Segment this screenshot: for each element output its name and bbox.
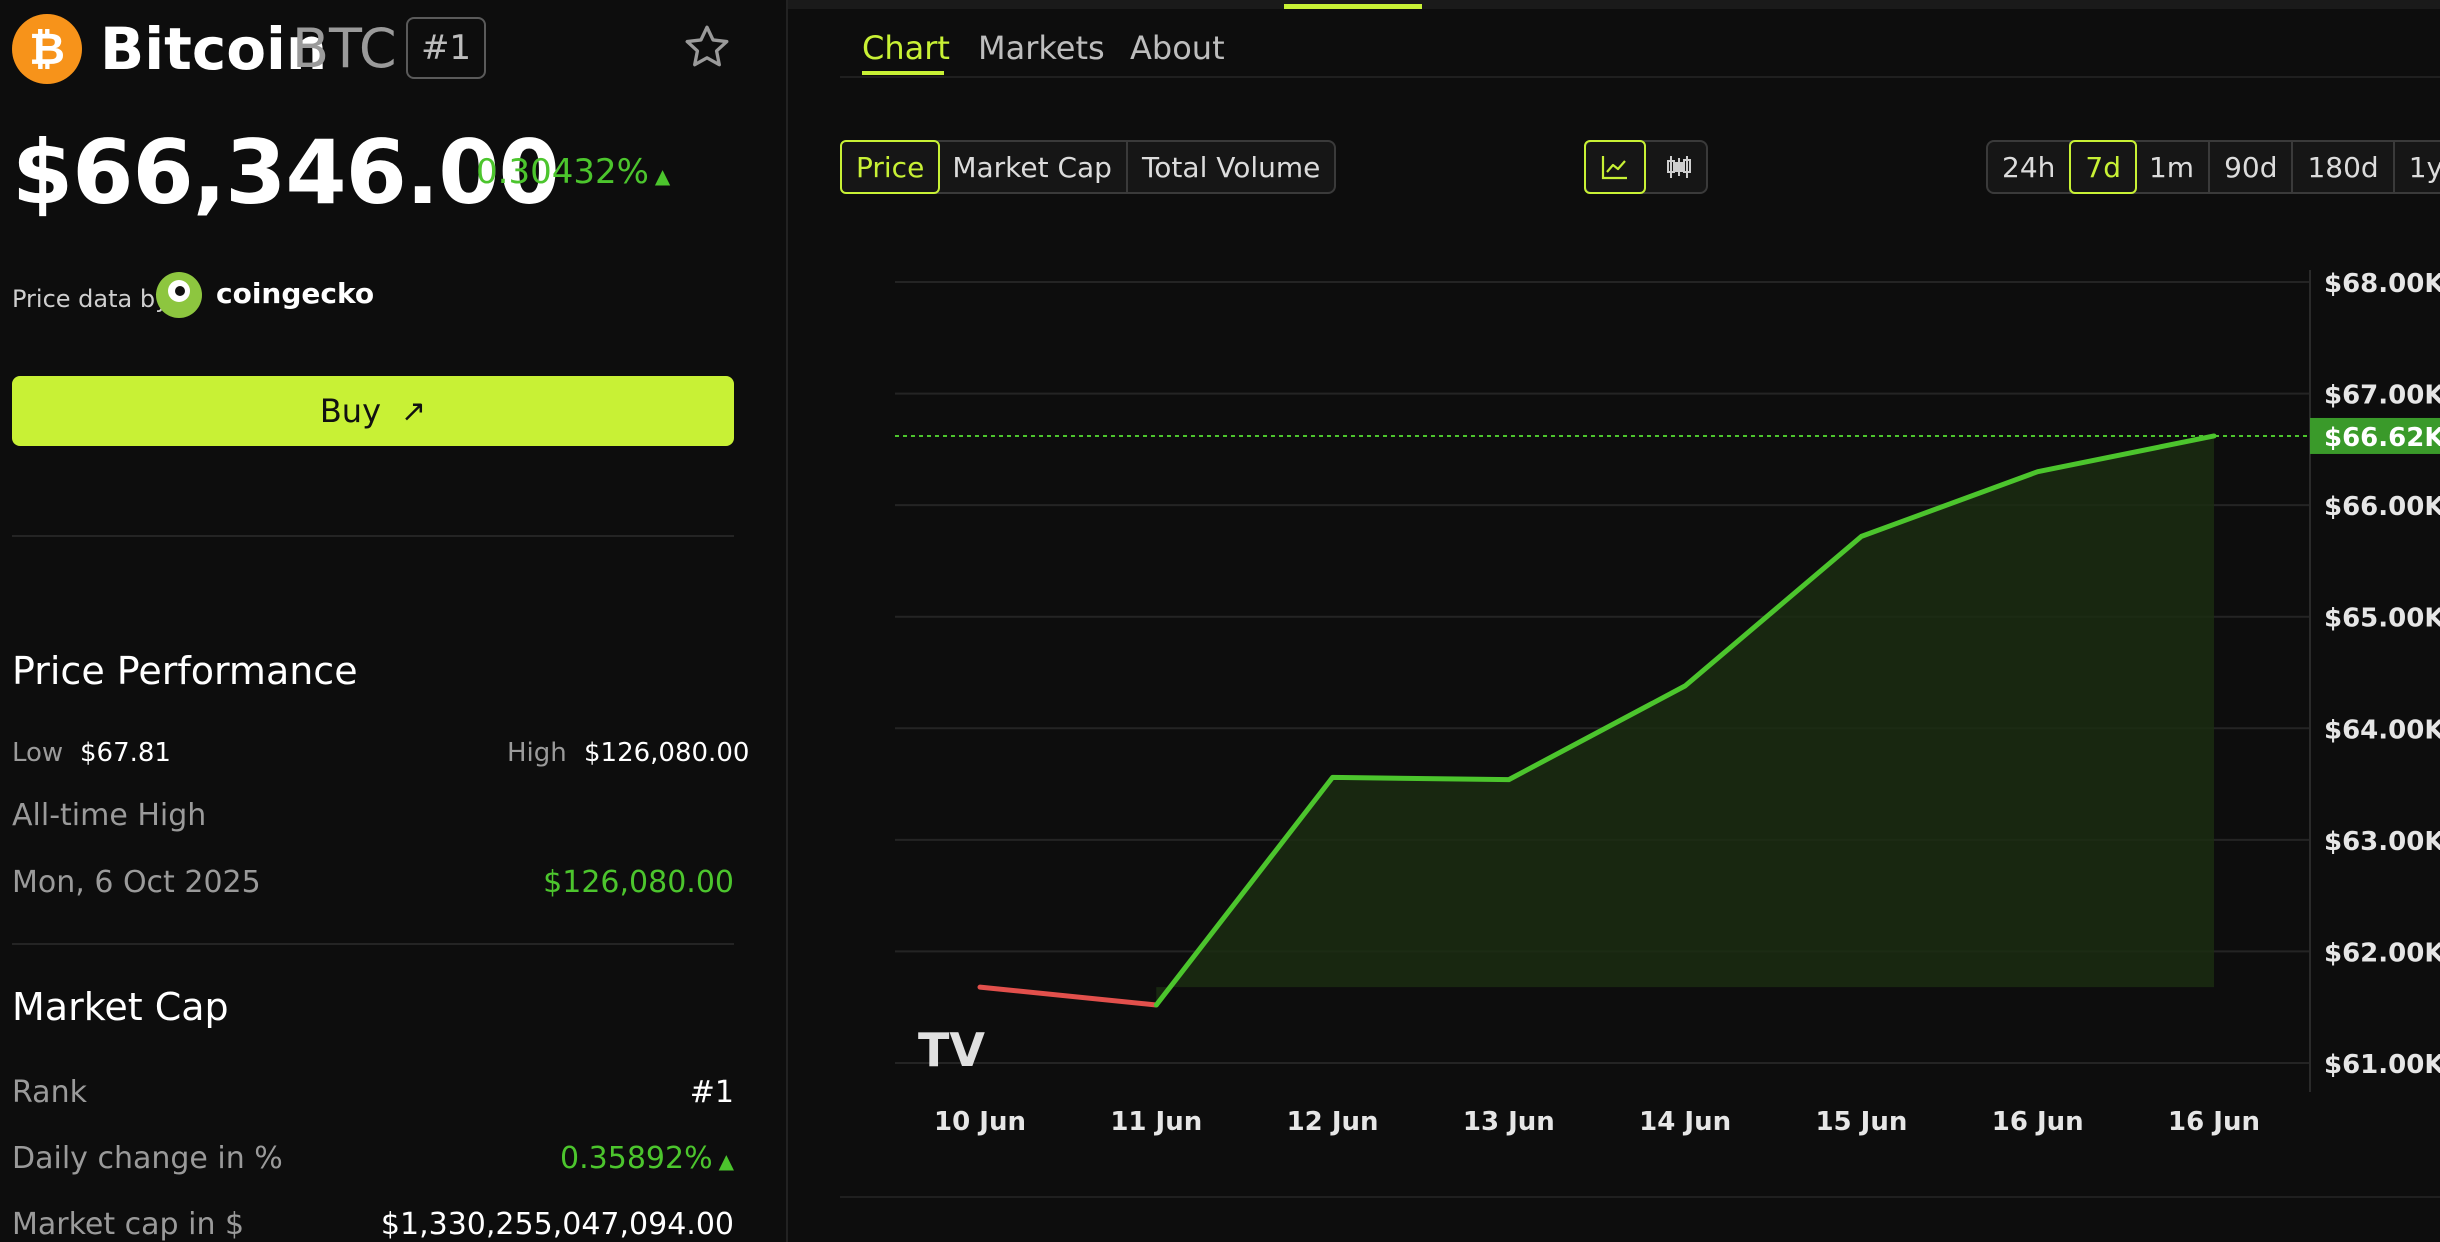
range-1m-button[interactable]: 1m [2135, 142, 2211, 192]
daily-change-value: 0.35892% ▲ [0, 1138, 734, 1182]
high-value: $126,080.00 [584, 738, 750, 768]
price-change: 0.30432% ▲ [476, 150, 670, 198]
price-change-value: 0.30432% [476, 152, 649, 192]
coin-symbol: BTC [292, 17, 397, 80]
price-data-label: Price data by [12, 285, 170, 313]
metric-price-button[interactable]: Price [840, 140, 941, 194]
y-tick-label: $62.00K [2324, 938, 2440, 968]
tab-about[interactable]: About [1130, 22, 1225, 74]
price-line-down-segment [977, 984, 1159, 1008]
high-label: High [507, 738, 567, 768]
range-toggle: 24h 7d 1m 90d 180d 1y [1986, 140, 2440, 194]
x-tick-label: 16 Jun [1992, 1107, 2084, 1137]
star-icon[interactable] [682, 22, 732, 72]
up-arrow-icon: ▲ [654, 164, 671, 188]
x-tick-label: 16 Jun [2168, 1107, 2260, 1137]
range-7d-button[interactable]: 7d [2069, 140, 2137, 194]
y-tick-label: $64.00K [2324, 715, 2440, 745]
line-chart-button[interactable] [1584, 140, 1646, 194]
y-tick-label: $61.00K [2324, 1050, 2440, 1080]
market-cap-value: $1,330,255,047,094.00 [380, 1207, 734, 1242]
low-value: $67.81 [80, 738, 171, 768]
active-tab-indicator [862, 71, 944, 75]
range-180d-button[interactable]: 180d [2293, 142, 2395, 192]
range-1y-button[interactable]: 1y [2395, 142, 2440, 192]
divider [12, 943, 734, 945]
x-tick-label: 15 Jun [1815, 1107, 1907, 1137]
buy-button-label: Buy [319, 392, 382, 430]
y-tick-label: $66.00K [2324, 492, 2440, 522]
line-chart-icon [1601, 156, 1627, 180]
price-area-fill [1156, 435, 2214, 1005]
candlestick-button[interactable] [1648, 140, 1710, 194]
metric-toggle: Price Market Cap Total Volume [840, 140, 1337, 194]
x-tick-label: 13 Jun [1463, 1107, 1555, 1137]
rank-badge: #1 [406, 17, 486, 79]
y-tick-label: $68.00K [2324, 269, 2440, 299]
ath-value: $126,080.00 [543, 865, 734, 900]
y-tick-label: $67.00K [2324, 381, 2440, 411]
daily-change-number: 0.35892% [560, 1141, 713, 1176]
candlestick-icon [1667, 156, 1691, 178]
coingecko-name[interactable]: coingecko [216, 276, 374, 312]
tab-markets[interactable]: Markets [978, 22, 1105, 74]
coingecko-logo-icon [156, 272, 202, 318]
arrow-up-right-icon: ↗ [401, 393, 427, 429]
current-price-label: $66.62K [2324, 423, 2440, 453]
price-chart[interactable]: $68.00K $67.00K $66.00K $65.00K $64.00K $63.0… [840, 240, 2440, 1140]
range-90d-button[interactable]: 90d [2210, 142, 2294, 192]
y-tick-label: $63.00K [2324, 827, 2440, 857]
chart-bottom-divider [840, 1196, 2440, 1198]
tabs-divider [840, 76, 2440, 78]
x-tick-label: 12 Jun [1287, 1107, 1379, 1137]
x-tick-label: 14 Jun [1639, 1107, 1731, 1137]
buy-button[interactable]: Buy ↗ [12, 376, 734, 446]
metric-market-cap-button[interactable]: Market Cap [938, 142, 1128, 192]
range-24h-button[interactable]: 24h [1988, 142, 2072, 192]
top-bar-accent [1284, 4, 1422, 9]
metric-total-volume-button[interactable]: Total Volume [1128, 142, 1334, 192]
divider [12, 535, 734, 537]
x-tick-label: 11 Jun [1110, 1107, 1202, 1137]
rank-value: #1 [689, 1075, 734, 1110]
tab-chart[interactable]: Chart [862, 22, 950, 74]
low-label: Low [12, 738, 64, 768]
market-cap-title: Market Cap [12, 985, 229, 1029]
price-performance-title: Price Performance [12, 649, 358, 693]
tradingview-logo-icon: TV [918, 1023, 985, 1077]
y-tick-label: $65.00K [2324, 604, 2440, 634]
bitcoin-icon: ₿ [12, 14, 82, 84]
x-tick-label: 10 Jun [934, 1107, 1026, 1137]
ath-label: All-time High [12, 798, 207, 833]
coin-sidebar: ₿ Bitcoin BTC #1 $66,346.00 0.30432% ▲ Pr… [0, 0, 788, 1242]
up-arrow-icon: ▲ [718, 1149, 734, 1173]
chart-type-toggle [1584, 140, 1708, 194]
